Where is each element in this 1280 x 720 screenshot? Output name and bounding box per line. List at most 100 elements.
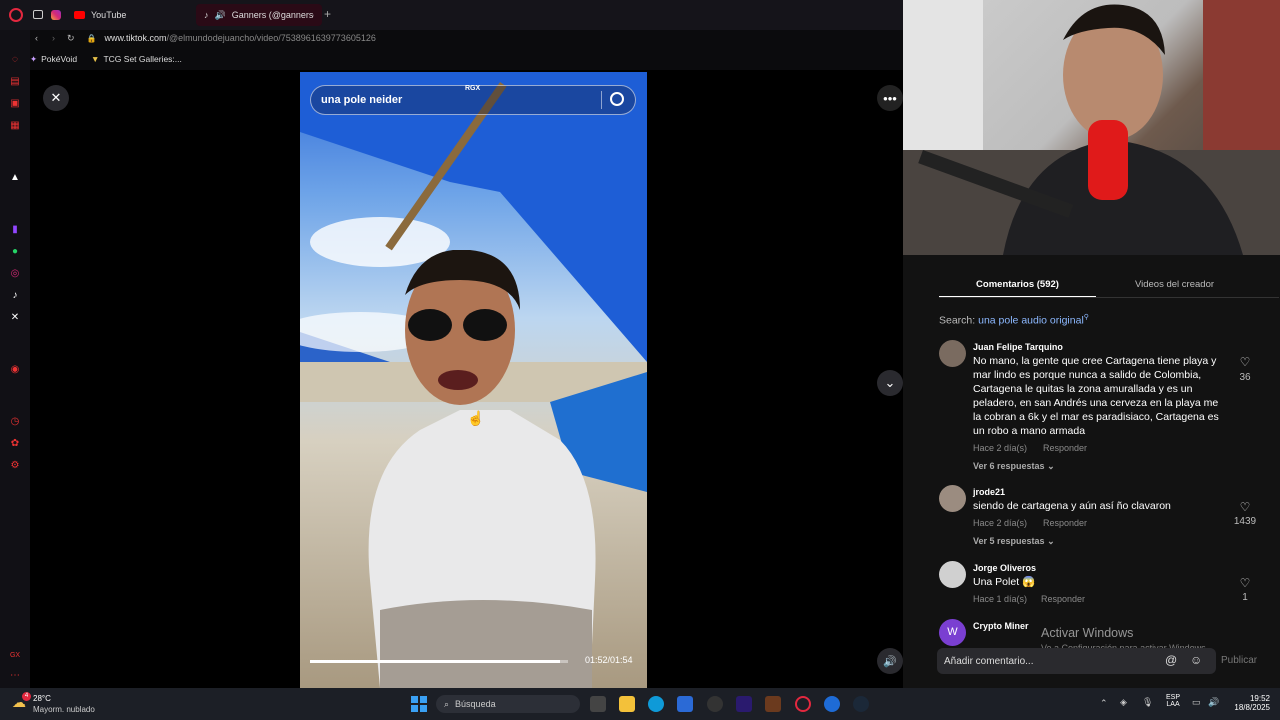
opera-gx-icon[interactable] [795, 696, 811, 712]
shop-icon[interactable]: ▤ [9, 76, 21, 88]
more-options-button[interactable]: ••• [877, 85, 903, 111]
clock-date: 18/8/2025 [1234, 703, 1270, 712]
news-icon[interactable]: ▦ [9, 120, 21, 132]
tab-youtube[interactable]: YouTube [66, 4, 134, 26]
tray-chevron-icon[interactable]: ⌃ [1100, 698, 1108, 709]
webcam-image [903, 0, 1280, 255]
bookmark-tcg[interactable]: ▼ TCG Set Galleries:... [91, 54, 182, 64]
tab-comments[interactable]: Comentarios (592) [939, 279, 1096, 290]
aria-ai-icon[interactable]: ▲ [9, 172, 21, 184]
video-search-text: una pole neider [321, 94, 403, 106]
comment-user[interactable]: Crypto Miner [973, 621, 1029, 631]
file-explorer-icon[interactable] [619, 696, 635, 712]
editor-icon[interactable] [765, 696, 781, 712]
opera-logo-icon[interactable] [9, 8, 23, 22]
comment-input-placeholder: Añadir comentario... [944, 655, 1034, 667]
youtube-icon [74, 11, 85, 19]
comment-user[interactable]: jrode21 [973, 487, 1005, 497]
video-progress-fill [310, 660, 561, 663]
reply-button[interactable]: Responder [1041, 594, 1085, 604]
obs-icon[interactable] [707, 696, 723, 712]
reload-icon[interactable]: ↻ [67, 33, 75, 44]
view-replies-button[interactable]: Ver 5 respuestas ⌄ [973, 536, 1055, 547]
next-video-button[interactable]: ⌄ [877, 370, 903, 396]
avatar[interactable] [939, 485, 966, 512]
app-icon[interactable] [824, 696, 840, 712]
tray-app-icon[interactable]: ◈ [1120, 697, 1127, 708]
volume-tray-icon[interactable]: 🔊 [1208, 697, 1219, 708]
close-icon: ✕ [50, 90, 62, 105]
tiktok-sidebar-icon[interactable]: ♪ [9, 290, 21, 302]
back-icon[interactable]: ‹ [35, 33, 38, 43]
reply-button[interactable]: Responder [1043, 443, 1087, 453]
like-count: 36 [1239, 372, 1251, 383]
instagram-icon[interactable]: ◎ [9, 268, 21, 280]
volume-icon: 🔊 [883, 655, 897, 668]
forward-icon[interactable]: › [52, 33, 55, 43]
new-tab-button[interactable]: + [324, 7, 331, 21]
related-search-link[interactable]: una pole audio original [978, 315, 1084, 327]
premiere-icon[interactable] [736, 696, 752, 712]
network-icon[interactable]: ▭ [1192, 697, 1201, 708]
weather-temp[interactable]: 28°C [33, 694, 51, 703]
music-icon[interactable]: ◉ [9, 364, 21, 376]
taskbar-search[interactable]: ⌕ Búsqueda [436, 695, 580, 713]
more-icon[interactable]: ⋯ [9, 670, 21, 682]
avatar[interactable] [939, 340, 966, 367]
start-button[interactable] [411, 696, 427, 712]
emoji-icon[interactable]: ☺ [1190, 653, 1202, 667]
settings-icon[interactable]: ⚙ [9, 460, 21, 472]
bookmark-pokevoid[interactable]: ✦ PokéVoid [30, 54, 77, 65]
tab-tiktok[interactable]: ♪ 🔊 Ganners (@gannersof [196, 4, 322, 26]
video-progress-bar[interactable] [310, 660, 568, 663]
volume-button[interactable]: 🔊 [877, 648, 903, 674]
gx-icon[interactable]: GX [9, 650, 21, 662]
instagram-tab-icon[interactable] [51, 10, 61, 20]
publish-button[interactable]: Publicar [1221, 655, 1257, 666]
view-replies-button[interactable]: Ver 6 respuestas ⌄ [973, 461, 1055, 472]
comment-time: Hace 2 día(s) [973, 443, 1028, 453]
bookmarks-bar: ✦ PokéVoid ▼ TCG Set Galleries:... [30, 50, 903, 68]
search-small-icon: ⚲ [1083, 314, 1089, 321]
search-icon[interactable] [610, 92, 624, 106]
language-indicator[interactable]: ESP LAA [1166, 694, 1180, 708]
extensions-icon[interactable]: ✿ [9, 438, 21, 450]
pokevoid-icon: ✦ [30, 53, 38, 64]
whatsapp-icon[interactable]: ● [9, 246, 21, 258]
video-player[interactable] [300, 72, 647, 688]
clock[interactable]: 19:52 18/8/2025 [1232, 694, 1270, 712]
x-icon[interactable]: ✕ [9, 312, 21, 324]
comment-user[interactable]: Jorge Oliveros [973, 563, 1036, 573]
address-bar: ‹ › ↻ 🔒 www.tiktok.com/@elmundodejuancho… [30, 28, 903, 48]
microphone-icon[interactable]: 🎙 [1142, 697, 1153, 708]
comment-user[interactable]: Juan Felipe Tarquino [973, 342, 1063, 352]
video-search-divider [601, 91, 602, 109]
comment-text: Una Polet 😱 [973, 576, 1036, 588]
heart-icon[interactable]: ♡ [1230, 500, 1260, 514]
heart-icon[interactable]: ♡ [1230, 355, 1260, 369]
tab-youtube-label: YouTube [91, 10, 127, 20]
url-field[interactable]: www.tiktok.com/@elmundodejuancho/video/7… [105, 33, 376, 43]
weather-desc: Mayorm. nublado [33, 705, 95, 714]
heart-icon[interactable]: ♡ [1230, 576, 1260, 590]
mention-icon[interactable]: @ [1165, 653, 1177, 667]
steam-icon[interactable] [853, 696, 869, 712]
aria-icon[interactable]: ◌ [9, 54, 21, 66]
related-search-prefix: Search: [939, 314, 976, 327]
twitch-icon[interactable]: ▮ [9, 224, 21, 236]
player-icon[interactable]: ▣ [9, 98, 21, 110]
close-video-button[interactable]: ✕ [43, 85, 69, 111]
related-search: Search: una pole audio original⚲ [939, 313, 1089, 327]
view-replies-label: Ver 6 respuestas [973, 461, 1045, 471]
edge-icon[interactable] [648, 696, 664, 712]
comment-text: No mano, la gente que cree Cartagena tie… [973, 355, 1219, 437]
history-icon[interactable]: ◷ [9, 416, 21, 428]
workspace-icon[interactable] [33, 10, 43, 19]
comment-text: siendo de cartagena y aún así ño clavaro… [973, 500, 1171, 512]
task-view-icon[interactable] [590, 696, 606, 712]
view-replies-label: Ver 5 respuestas [973, 536, 1045, 546]
avatar[interactable] [939, 561, 966, 588]
store-icon[interactable] [677, 696, 693, 712]
reply-button[interactable]: Responder [1043, 518, 1087, 528]
tab-creator-videos[interactable]: Videos del creador [1103, 279, 1246, 290]
